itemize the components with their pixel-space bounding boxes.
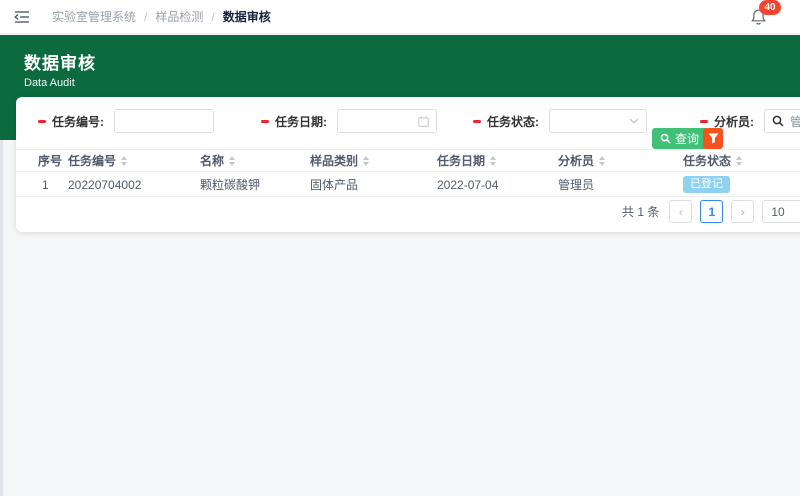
required-marker bbox=[261, 120, 269, 123]
filter-button[interactable] bbox=[703, 128, 723, 149]
calendar-icon bbox=[418, 116, 429, 127]
cell-status: 已登记 bbox=[683, 173, 730, 196]
column-header-date[interactable]: 任务日期 bbox=[437, 150, 496, 171]
next-page-button[interactable]: › bbox=[731, 200, 754, 223]
column-header-task-no[interactable]: 任务编号 bbox=[68, 150, 127, 171]
column-header-category[interactable]: 样品类别 bbox=[310, 150, 369, 171]
filter-task-date: 任务日期: bbox=[261, 109, 437, 133]
breadcrumb-item-current: 数据审核 bbox=[223, 8, 271, 25]
task-number-field bbox=[114, 109, 214, 133]
sort-icon[interactable] bbox=[599, 156, 605, 166]
required-marker bbox=[473, 120, 481, 123]
prev-page-button[interactable]: ‹ bbox=[669, 200, 692, 223]
task-number-input[interactable] bbox=[122, 114, 206, 128]
breadcrumb-item-system[interactable]: 实验室管理系统 bbox=[52, 8, 136, 25]
chevron-down-icon bbox=[629, 118, 639, 124]
sort-icon[interactable] bbox=[121, 156, 127, 166]
notification-bell-button[interactable]: 40 bbox=[750, 8, 768, 26]
cell-analyst: 管理员 bbox=[558, 173, 594, 196]
analyst-field bbox=[764, 109, 800, 133]
filter-task-number: 任务编号: bbox=[38, 109, 214, 133]
page-subtitle: Data Audit bbox=[24, 77, 776, 89]
analyst-input[interactable] bbox=[790, 114, 800, 128]
task-number-label: 任务编号: bbox=[52, 113, 104, 130]
search-icon bbox=[660, 133, 671, 144]
page-title: 数据审核 bbox=[24, 49, 776, 74]
column-header-index: 序号 bbox=[38, 150, 62, 171]
menu-fold-icon[interactable] bbox=[14, 10, 30, 24]
table-header: 序号 任务编号 名称 样品类别 任务日期 分析员 任务状态 bbox=[16, 149, 800, 172]
content-card: 任务编号: 任务日期: 任务状态: bbox=[16, 97, 800, 232]
task-status-select[interactable] bbox=[549, 109, 647, 133]
task-date-field[interactable] bbox=[337, 109, 437, 133]
task-date-input[interactable] bbox=[345, 114, 414, 128]
required-marker bbox=[700, 120, 708, 123]
task-status-value bbox=[557, 114, 625, 128]
page-1-button[interactable]: 1 bbox=[700, 200, 723, 223]
vertical-scrollbar[interactable] bbox=[0, 140, 3, 496]
cell-index: 1 bbox=[42, 173, 49, 196]
column-header-status[interactable]: 任务状态 bbox=[683, 150, 742, 171]
column-header-name[interactable]: 名称 bbox=[200, 150, 235, 171]
funnel-icon bbox=[708, 133, 719, 144]
cell-date: 2022-07-04 bbox=[437, 173, 498, 196]
search-button[interactable]: 查询 bbox=[652, 128, 707, 149]
filter-task-status: 任务状态: bbox=[473, 109, 647, 133]
task-date-label: 任务日期: bbox=[275, 113, 327, 130]
column-header-analyst[interactable]: 分析员 bbox=[558, 150, 605, 171]
sort-icon[interactable] bbox=[363, 156, 369, 166]
required-marker bbox=[38, 120, 46, 123]
table-row[interactable]: 1 20220704002 颗粒碳酸钾 固体产品 2022-07-04 管理员 … bbox=[16, 173, 800, 197]
cell-task-no: 20220704002 bbox=[68, 173, 141, 196]
cell-category: 固体产品 bbox=[310, 173, 358, 196]
breadcrumb-item-sample-testing[interactable]: 样品检测 bbox=[155, 8, 203, 25]
status-badge: 已登记 bbox=[683, 176, 730, 193]
task-status-label: 任务状态: bbox=[487, 113, 539, 130]
pagination: 共 1 条 ‹ 1 › 10 bbox=[622, 200, 800, 223]
chevron-left-icon: ‹ bbox=[679, 205, 683, 219]
topbar: 实验室管理系统 / 样品检测 / 数据审核 40 bbox=[0, 0, 800, 34]
breadcrumb-separator: / bbox=[144, 10, 147, 24]
analyst-label: 分析员: bbox=[714, 113, 754, 130]
sort-icon[interactable] bbox=[736, 156, 742, 166]
sort-icon[interactable] bbox=[490, 156, 496, 166]
chevron-right-icon: › bbox=[741, 205, 745, 219]
sort-icon[interactable] bbox=[229, 156, 235, 166]
notification-badge: 40 bbox=[759, 0, 781, 15]
cell-name: 颗粒碳酸钾 bbox=[200, 173, 260, 196]
search-icon bbox=[772, 115, 784, 127]
breadcrumb: 实验室管理系统 / 样品检测 / 数据审核 bbox=[52, 8, 271, 25]
page-size-select[interactable]: 10 bbox=[762, 200, 800, 223]
pagination-total: 共 1 条 bbox=[622, 203, 659, 220]
breadcrumb-separator: / bbox=[211, 10, 214, 24]
search-button-label: 查询 bbox=[675, 130, 699, 147]
